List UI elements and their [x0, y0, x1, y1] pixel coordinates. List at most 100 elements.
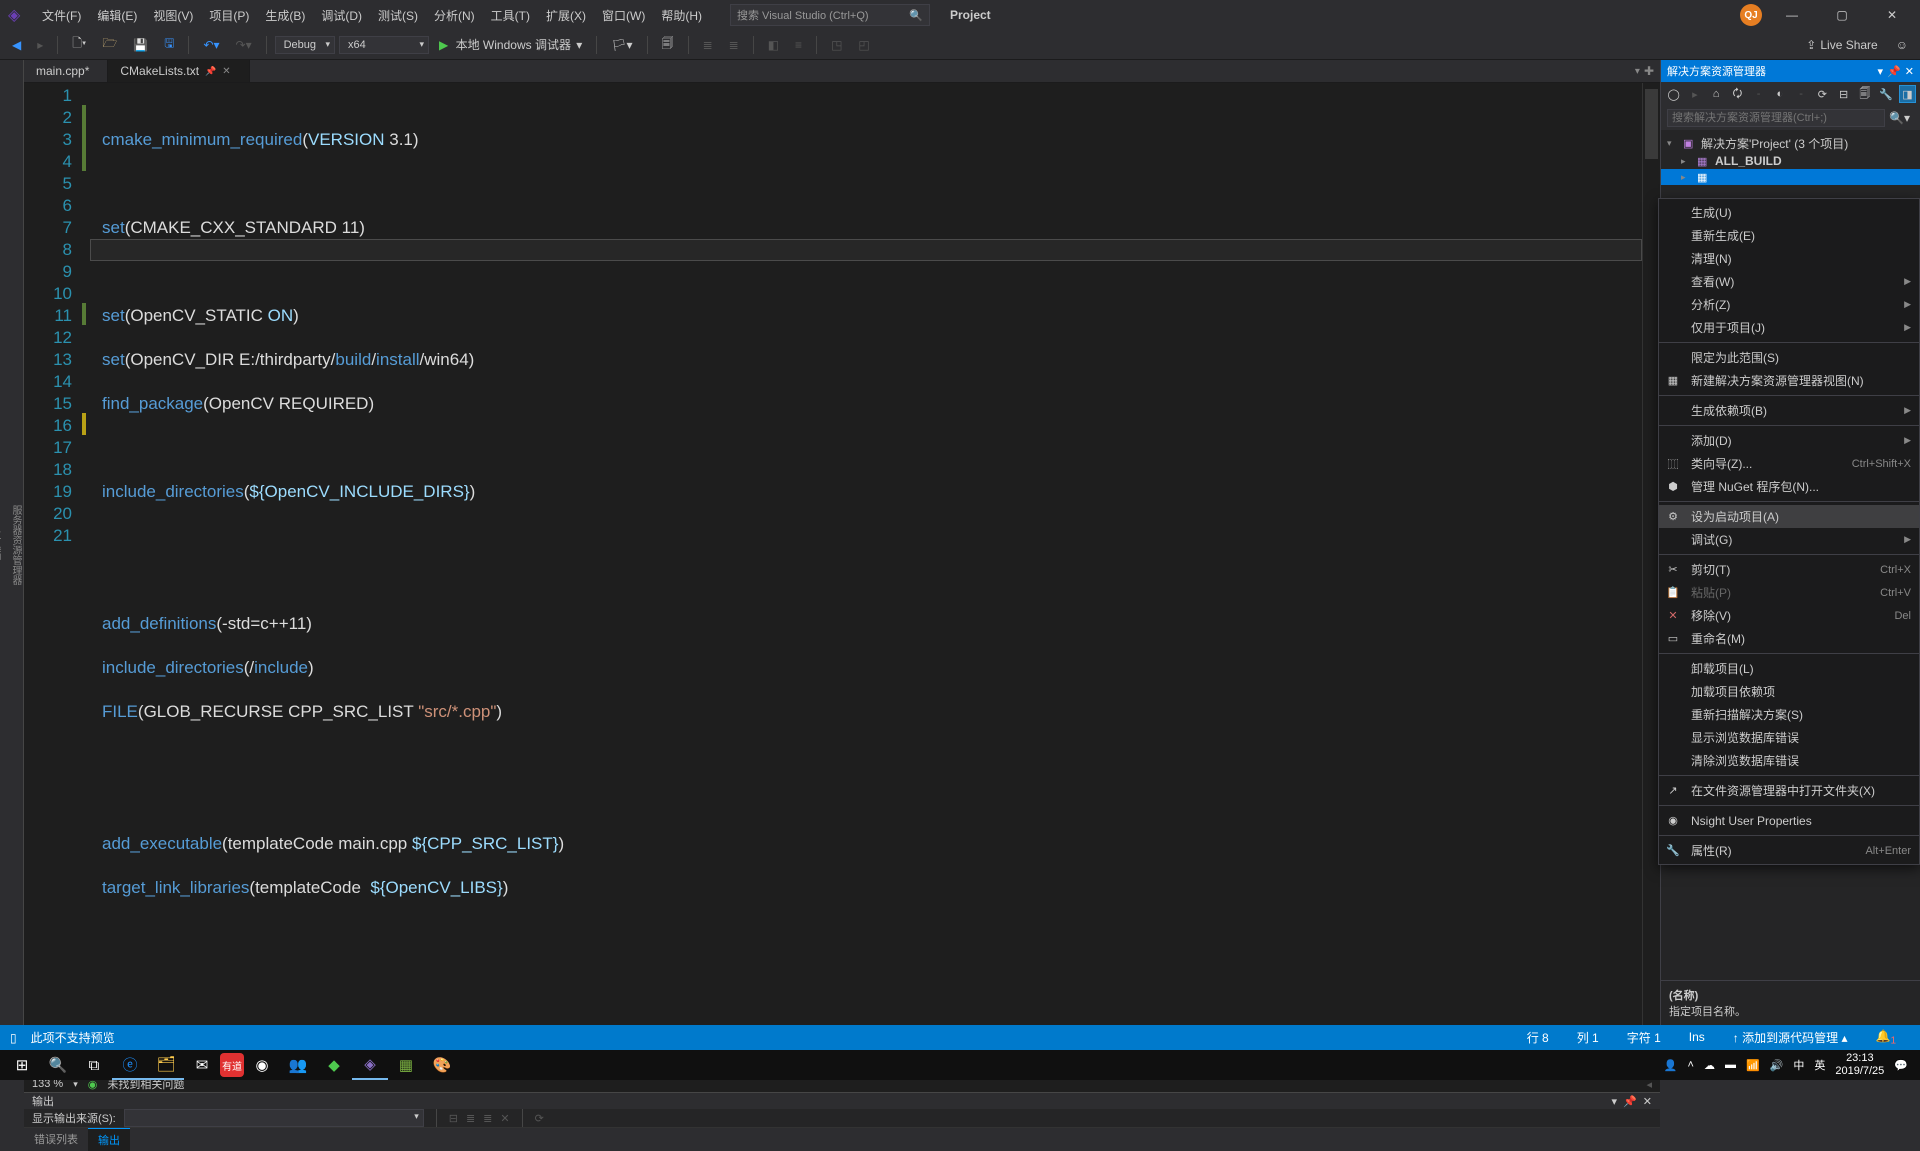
tab-error-list[interactable]: 错误列表: [24, 1128, 88, 1150]
menu-view[interactable]: 视图(V): [145, 3, 201, 28]
output-pin-icon[interactable]: 📌: [1623, 1095, 1637, 1108]
tool-icon[interactable]: ◐: [1771, 85, 1788, 103]
tray-ime2[interactable]: 英: [1814, 1057, 1825, 1073]
project-all-build[interactable]: ▸ ▦ ALL_BUILD: [1661, 153, 1920, 169]
tray-volume-icon[interactable]: 🔊: [1770, 1059, 1784, 1072]
output-source-combo[interactable]: [124, 1109, 424, 1127]
output-tool-icon[interactable]: ⟳: [535, 1112, 544, 1125]
tab-output[interactable]: 输出: [88, 1128, 130, 1151]
home-icon[interactable]: ⌂: [1708, 85, 1725, 103]
toolbar-icon[interactable]: ≣: [723, 36, 745, 54]
save-icon[interactable]: 💾: [127, 36, 154, 54]
app-icon[interactable]: 🎨: [424, 1050, 460, 1080]
user-avatar[interactable]: QJ: [1740, 4, 1762, 26]
tray-ime1[interactable]: 中: [1793, 1057, 1804, 1073]
toolbar-icon[interactable]: ≡: [789, 36, 808, 54]
panel-close-icon[interactable]: ✕: [1905, 65, 1914, 78]
tray-battery-icon[interactable]: ▬: [1725, 1059, 1736, 1071]
output-tool-icon[interactable]: ≣: [483, 1112, 492, 1125]
toolbar-icon[interactable]: ◰: [852, 36, 875, 54]
output-tool-icon[interactable]: ⊟: [449, 1112, 458, 1125]
status-scm[interactable]: ↑ 添加到源代码管理 ▴: [1719, 1029, 1862, 1046]
toolbar-icon[interactable]: 🗐: [656, 32, 680, 57]
app-icon[interactable]: ◆: [316, 1050, 352, 1080]
solution-search-input[interactable]: [1667, 109, 1885, 127]
context-menu-item[interactable]: 生成(U): [1659, 201, 1919, 224]
preview-icon[interactable]: ◨: [1899, 85, 1916, 103]
server-explorer-tab[interactable]: 服务器资源管理器: [8, 501, 23, 589]
tool-icon[interactable]: -: [1793, 85, 1810, 103]
tab-main-cpp[interactable]: main.cpp*: [24, 60, 108, 82]
context-menu-item[interactable]: ✕移除(V)Del: [1659, 604, 1919, 627]
platform-combo[interactable]: x64: [339, 36, 429, 54]
close-button[interactable]: ✕: [1872, 1, 1912, 29]
notifications-icon[interactable]: 🔔1: [1861, 1029, 1910, 1046]
context-menu-item[interactable]: ⚙设为启动项目(A): [1659, 505, 1919, 528]
sync-icon[interactable]: 🗘: [1729, 85, 1746, 103]
pin-icon[interactable]: 📌: [205, 66, 216, 77]
taskview-icon[interactable]: ⧉: [76, 1050, 112, 1080]
vs-icon[interactable]: ◈: [352, 1050, 388, 1080]
context-menu-item[interactable]: 🔧属性(R)Alt+Enter: [1659, 839, 1919, 862]
minimize-button[interactable]: —: [1772, 1, 1812, 29]
nav-back-icon[interactable]: ◀: [6, 36, 27, 54]
open-icon[interactable]: 🗁: [96, 32, 123, 57]
context-menu-item[interactable]: 显示浏览数据库错误: [1659, 726, 1919, 749]
menu-project[interactable]: 项目(P): [201, 3, 257, 28]
menu-build[interactable]: 生成(B): [257, 3, 313, 28]
toolbar-icon[interactable]: 🏳▾: [605, 36, 638, 54]
redo-icon[interactable]: ↷▾: [230, 36, 258, 54]
close-tab-icon[interactable]: ✕: [222, 66, 230, 77]
tray-up-icon[interactable]: ˄: [1688, 1059, 1694, 1071]
output-tool-icon[interactable]: ≣: [466, 1112, 475, 1125]
show-all-icon[interactable]: 🗐: [1856, 85, 1873, 103]
menu-window[interactable]: 窗口(W): [594, 3, 653, 28]
context-menu-item[interactable]: ⿲类向导(Z)...Ctrl+Shift+X: [1659, 452, 1919, 475]
config-combo[interactable]: Debug: [275, 36, 335, 54]
toolbox-tab[interactable]: 工具箱: [0, 526, 2, 564]
context-menu-item[interactable]: ▭重命名(M): [1659, 627, 1919, 650]
search-icon[interactable]: 🔍: [40, 1050, 76, 1080]
code-content[interactable]: cmake_minimum_required(VERSION 3.1) set(…: [90, 83, 1642, 1075]
toolbar-icon[interactable]: ◳: [825, 36, 848, 54]
context-menu-item[interactable]: 清理(N): [1659, 247, 1919, 270]
new-project-icon[interactable]: 🗋▾: [66, 32, 92, 57]
edge-icon[interactable]: ⓔ: [112, 1050, 148, 1080]
save-all-icon[interactable]: 🖫: [158, 32, 180, 57]
menu-help[interactable]: 帮助(H): [653, 3, 710, 28]
menu-extensions[interactable]: 扩展(X): [538, 3, 594, 28]
menu-analyze[interactable]: 分析(N): [426, 3, 483, 28]
project-selected[interactable]: ▸ ▦: [1661, 169, 1920, 185]
output-tool-icon[interactable]: ✕: [500, 1112, 509, 1125]
context-menu-item[interactable]: 仅用于项目(J)▶: [1659, 316, 1919, 339]
context-menu-item[interactable]: ↗在文件资源管理器中打开文件夹(X): [1659, 779, 1919, 802]
context-menu-item[interactable]: 重新生成(E): [1659, 224, 1919, 247]
editor-add-icon[interactable]: ✚: [1644, 64, 1654, 78]
chrome-icon[interactable]: ◉: [244, 1050, 280, 1080]
nav-fwd-icon[interactable]: ▸: [31, 36, 49, 54]
context-menu-item[interactable]: 卸载项目(L): [1659, 657, 1919, 680]
expand-icon[interactable]: ▸: [1681, 156, 1693, 167]
menu-debug[interactable]: 调试(D): [313, 3, 370, 28]
context-menu-item[interactable]: 生成依赖项(B)▶: [1659, 399, 1919, 422]
app-icon[interactable]: ▦: [388, 1050, 424, 1080]
maximize-button[interactable]: ▢: [1822, 1, 1862, 29]
feedback-icon[interactable]: ☺: [1890, 36, 1914, 54]
tray-notifications-icon[interactable]: 💬: [1894, 1059, 1908, 1072]
context-menu-item[interactable]: 查看(W)▶: [1659, 270, 1919, 293]
back-icon[interactable]: ◯: [1665, 85, 1682, 103]
tray-cloud-icon[interactable]: ☁: [1704, 1059, 1715, 1072]
context-menu-item[interactable]: 调试(G)▶: [1659, 528, 1919, 551]
context-menu-item[interactable]: ⬢管理 NuGet 程序包(N)...: [1659, 475, 1919, 498]
output-close-icon[interactable]: ✕: [1643, 1095, 1652, 1108]
toolbar-icon[interactable]: ◧: [762, 36, 785, 54]
menu-file[interactable]: 文件(F): [34, 3, 89, 28]
teams-icon[interactable]: 👥: [280, 1050, 316, 1080]
tray-clock[interactable]: 23:132019/7/25: [1835, 1052, 1884, 1078]
start-debug-button[interactable]: ▶ 本地 Windows 调试器 ▾: [433, 34, 588, 55]
context-menu-item[interactable]: ◉Nsight User Properties: [1659, 809, 1919, 832]
quick-search[interactable]: 搜索 Visual Studio (Ctrl+Q) 🔍: [730, 4, 930, 26]
tray-wifi-icon[interactable]: 📶: [1746, 1059, 1760, 1072]
tool-icon[interactable]: -: [1750, 85, 1767, 103]
solution-root[interactable]: ▾ ▣ 解决方案'Project' (3 个项目): [1661, 134, 1920, 153]
